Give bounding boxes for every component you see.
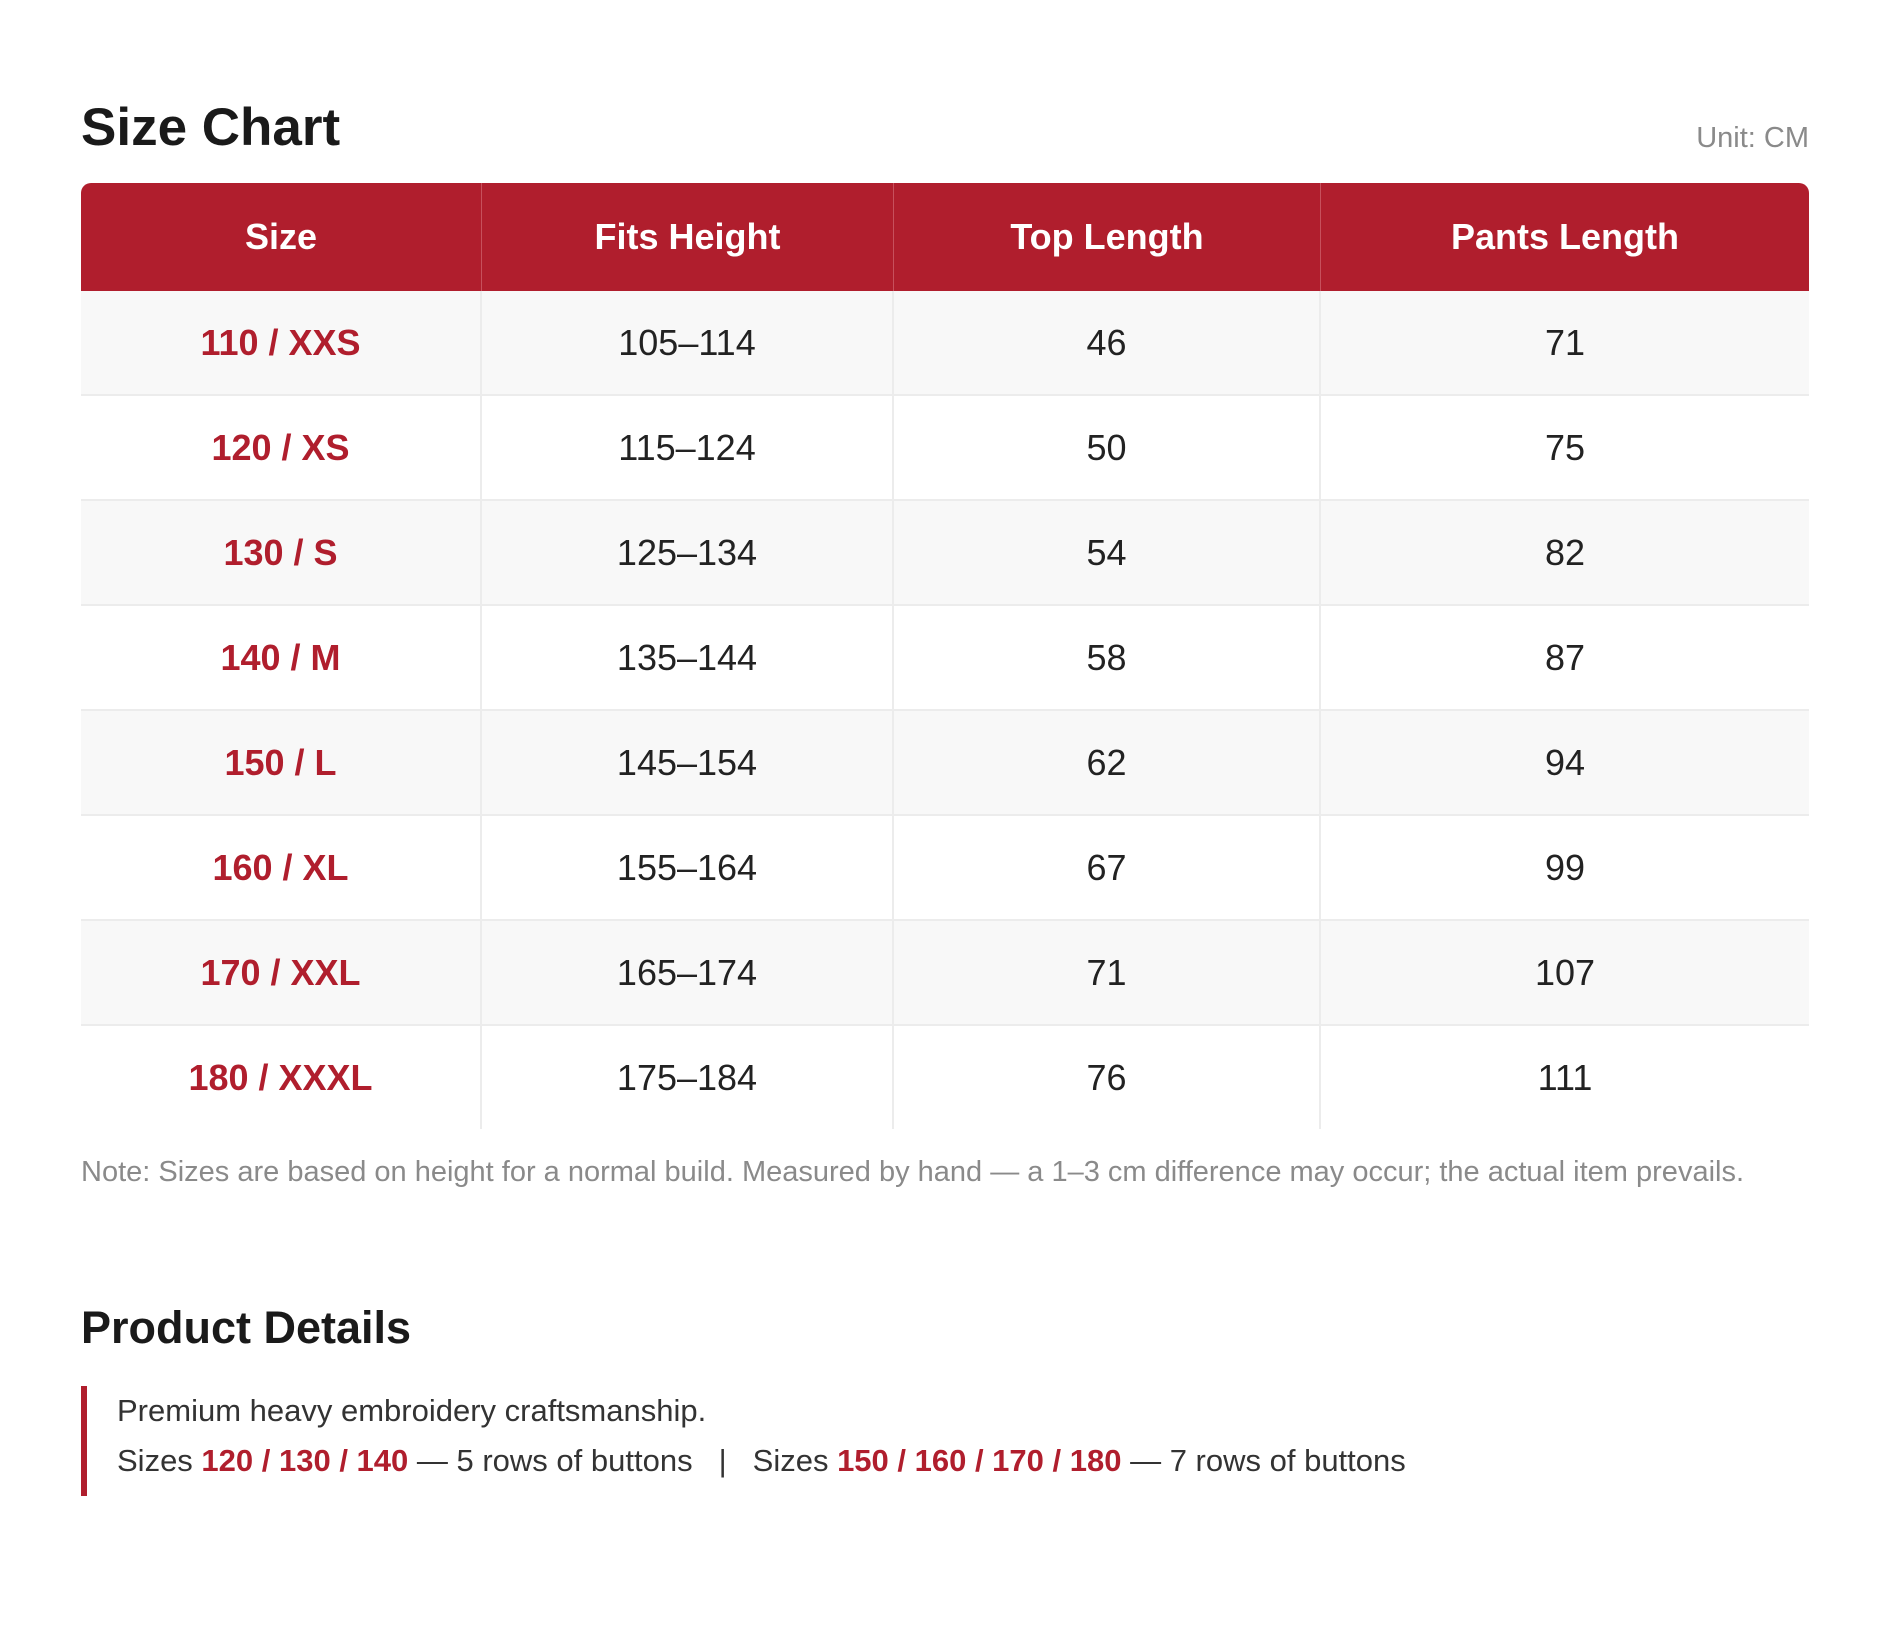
pants-length-cell: 111 xyxy=(1321,1026,1809,1129)
pants-length-cell: 87 xyxy=(1321,606,1809,711)
top-length-cell: 54 xyxy=(894,501,1321,606)
group1-suffix: — 5 rows of buttons xyxy=(408,1443,693,1478)
height-cell: 105–114 xyxy=(482,291,894,396)
table-row: 130 / S 125–134 54 82 xyxy=(81,501,1809,606)
top-length-cell: 71 xyxy=(894,921,1321,1026)
table-header-row: Size Fits Height Top Length Pants Length xyxy=(81,183,1809,291)
table-row: 120 / XS 115–124 50 75 xyxy=(81,396,1809,501)
top-length-cell: 50 xyxy=(894,396,1321,501)
top-length-cell: 62 xyxy=(894,711,1321,816)
pants-length-cell: 71 xyxy=(1321,291,1809,396)
group1-prefix: Sizes xyxy=(117,1443,202,1478)
group2-sizes: 150 / 160 / 170 / 180 xyxy=(837,1443,1122,1478)
size-cell: 170 / XXL xyxy=(81,921,482,1026)
height-cell: 115–124 xyxy=(482,396,894,501)
column-header-top-length: Top Length xyxy=(894,183,1321,291)
size-chart-note: Note: Sizes are based on height for a no… xyxy=(81,1156,1745,1188)
top-length-cell: 58 xyxy=(894,606,1321,711)
size-cell: 120 / XS xyxy=(81,396,482,501)
top-length-cell: 76 xyxy=(894,1026,1321,1129)
column-header-fits-height: Fits Height xyxy=(482,183,894,291)
height-cell: 165–174 xyxy=(482,921,894,1026)
details-line-craftsmanship: Premium heavy embroidery craftsmanship. xyxy=(117,1393,707,1428)
product-details-box: Premium heavy embroidery craftsmanship. … xyxy=(81,1386,1771,1496)
top-length-cell: 67 xyxy=(894,816,1321,921)
size-cell: 110 / XXS xyxy=(81,291,482,396)
unit-label: Unit: CM xyxy=(1696,122,1809,154)
group1-sizes: 120 / 130 / 140 xyxy=(201,1443,409,1478)
table-row: 160 / XL 155–164 67 99 xyxy=(81,816,1809,921)
size-cell: 140 / M xyxy=(81,606,482,711)
pants-length-cell: 99 xyxy=(1321,816,1809,921)
size-chart-title: Size Chart xyxy=(81,98,341,157)
table-row: 180 / XXXL 175–184 76 111 xyxy=(81,1026,1809,1129)
size-table: Size Fits Height Top Length Pants Length… xyxy=(81,183,1809,1129)
height-cell: 145–154 xyxy=(482,711,894,816)
height-cell: 135–144 xyxy=(482,606,894,711)
height-cell: 125–134 xyxy=(482,501,894,606)
product-details-title: Product Details xyxy=(81,1302,412,1353)
size-cell: 160 / XL xyxy=(81,816,482,921)
pants-length-cell: 82 xyxy=(1321,501,1809,606)
table-row: 150 / L 145–154 62 94 xyxy=(81,711,1809,816)
height-cell: 175–184 xyxy=(482,1026,894,1129)
size-cell: 130 / S xyxy=(81,501,482,606)
group2-prefix: Sizes xyxy=(752,1443,838,1478)
top-length-cell: 46 xyxy=(894,291,1321,396)
table-row: 170 / XXL 165–174 71 107 xyxy=(81,921,1809,1026)
pants-length-cell: 94 xyxy=(1321,711,1809,816)
height-cell: 155–164 xyxy=(482,816,894,921)
column-header-pants-length: Pants Length xyxy=(1321,183,1809,291)
size-chart-header: Size Chart Unit: CM xyxy=(81,96,1809,160)
size-cell: 150 / L xyxy=(81,711,482,816)
table-row: 110 / XXS 105–114 46 71 xyxy=(81,291,1809,396)
pants-length-cell: 75 xyxy=(1321,396,1809,501)
size-cell: 180 / XXXL xyxy=(81,1026,482,1129)
details-line-buttons: Sizes 120 / 130 / 140 — 5 rows of button… xyxy=(117,1436,1771,1486)
group2-suffix: — 7 rows of buttons xyxy=(1121,1443,1406,1478)
table-row: 140 / M 135–144 58 87 xyxy=(81,606,1809,711)
details-separator: | xyxy=(718,1443,727,1478)
pants-length-cell: 107 xyxy=(1321,921,1809,1026)
column-header-size: Size xyxy=(81,183,482,291)
